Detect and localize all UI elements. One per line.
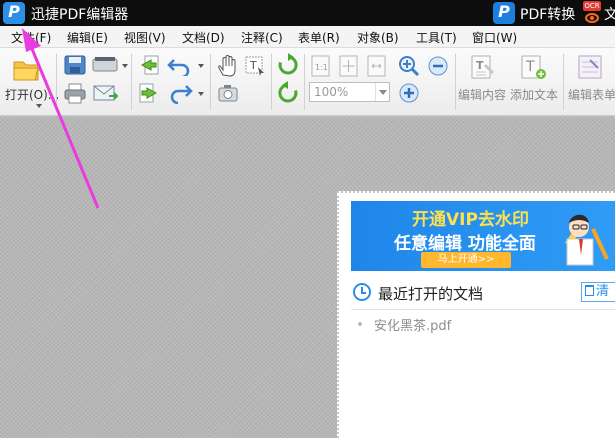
add-text-label[interactable]: 添加文本: [510, 86, 558, 103]
clear-recent-button[interactable]: 清: [581, 282, 615, 302]
menu-comment[interactable]: 注释(C): [241, 29, 283, 46]
menu-document[interactable]: 文档(D): [182, 29, 225, 46]
recent-documents-title: 最近打开的文档: [378, 285, 484, 303]
title-bar: P 迅捷PDF编辑器 P PDF转换 OCR 文: [0, 0, 615, 26]
recent-file-item[interactable]: 安化黑茶.pdf: [374, 315, 451, 334]
edit-form-icon[interactable]: [576, 54, 606, 82]
mascot-illustration: [565, 214, 609, 266]
rotate-counterclockwise-icon[interactable]: [276, 81, 300, 105]
menu-window[interactable]: 窗口(W): [472, 29, 517, 46]
zoom-in-magnifier-icon[interactable]: [397, 54, 421, 78]
eye-icon: [585, 13, 599, 23]
svg-text:T: T: [249, 59, 257, 72]
fit-width-icon[interactable]: [365, 55, 389, 77]
toolbar-separator: [131, 54, 132, 110]
app-title: 迅捷PDF编辑器: [31, 7, 129, 23]
open-folder-icon[interactable]: [12, 56, 42, 82]
redo-icon[interactable]: [166, 82, 196, 104]
open-vip-button[interactable]: 马上开通>>: [421, 252, 511, 268]
toolbar-separator: [455, 54, 456, 110]
actual-size-icon[interactable]: 1:1: [309, 55, 333, 77]
clear-recent-label: 清: [596, 284, 610, 299]
toolbar-separator: [271, 54, 272, 110]
menu-view[interactable]: 视图(V): [124, 29, 166, 46]
app-logo-icon: P: [3, 2, 25, 24]
title-bar-cut-text[interactable]: 文: [604, 4, 615, 24]
print-icon[interactable]: [63, 82, 87, 104]
hand-tool-icon[interactable]: [216, 54, 240, 78]
vip-banner-subtitle: 任意编辑 功能全面: [394, 234, 536, 254]
add-text-icon[interactable]: T: [519, 54, 549, 82]
svg-text:T: T: [476, 59, 484, 72]
scanner-dropdown-caret[interactable]: [122, 64, 128, 68]
toolbar-separator: [210, 54, 211, 110]
chevron-down-icon[interactable]: [375, 83, 389, 101]
menu-edit[interactable]: 编辑(E): [67, 29, 108, 46]
trash-icon: [585, 285, 594, 296]
undo-icon[interactable]: [166, 54, 196, 76]
recent-divider: [351, 309, 615, 310]
next-page-icon[interactable]: [137, 82, 161, 104]
toolbar-separator: [304, 54, 305, 110]
zoom-in-icon[interactable]: [397, 81, 421, 105]
scanner-icon[interactable]: [91, 54, 119, 76]
zoom-value: 100%: [314, 85, 349, 99]
zoom-select[interactable]: 100%: [309, 82, 390, 102]
edit-content-label[interactable]: 编辑内容: [458, 86, 506, 103]
menu-file[interactable]: 文件(F): [11, 29, 51, 46]
vip-banner-title: 开通VIP去水印: [412, 210, 529, 230]
fit-page-icon[interactable]: [337, 55, 361, 77]
email-icon[interactable]: [91, 82, 119, 104]
open-dropdown-caret[interactable]: [36, 104, 42, 108]
save-icon[interactable]: [63, 54, 87, 76]
edit-content-icon[interactable]: T: [468, 54, 498, 82]
menu-form[interactable]: 表单(R): [298, 29, 340, 46]
select-text-icon[interactable]: T: [243, 54, 267, 78]
open-button-label[interactable]: 打开(O)...: [5, 86, 59, 103]
ocr-label: OCR: [583, 1, 601, 11]
toolbar-separator: [56, 54, 57, 110]
toolbar-separator: [563, 54, 564, 110]
edit-form-label[interactable]: 编辑表单: [568, 86, 615, 103]
previous-page-icon[interactable]: [137, 54, 161, 76]
svg-text:T: T: [525, 59, 535, 75]
file-bullet-icon: [358, 322, 362, 326]
pdf-convert-link[interactable]: PDF转换: [520, 4, 575, 24]
pdf-convert-logo-icon[interactable]: P: [493, 2, 515, 24]
menu-bar: 文件(F) 编辑(E) 视图(V) 文档(D) 注释(C) 表单(R) 对象(B…: [0, 26, 615, 48]
snapshot-camera-icon[interactable]: [216, 82, 240, 104]
rotate-clockwise-icon[interactable]: [276, 53, 300, 77]
clock-icon: [353, 283, 371, 301]
zoom-out-icon[interactable]: [426, 54, 450, 78]
menu-object[interactable]: 对象(B): [357, 29, 399, 46]
ocr-icon[interactable]: OCR: [583, 1, 601, 25]
menu-tools[interactable]: 工具(T): [416, 29, 457, 46]
svg-text:1:1: 1:1: [315, 63, 328, 72]
redo-dropdown-caret[interactable]: [198, 92, 204, 96]
undo-dropdown-caret[interactable]: [198, 64, 204, 68]
